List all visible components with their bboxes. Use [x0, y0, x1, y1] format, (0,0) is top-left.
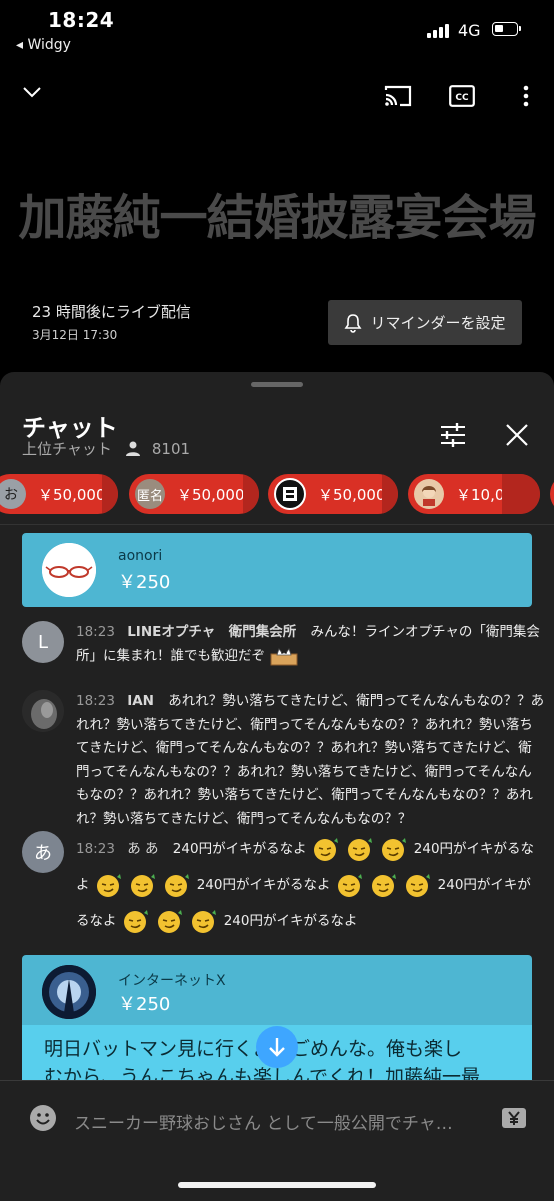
more-options-icon[interactable]: [514, 80, 538, 112]
cat-box-emoji-icon: [270, 647, 298, 665]
set-reminder-button[interactable]: リマインダーを設定: [328, 300, 522, 345]
super-chat-card[interactable]: aonori ￥250: [22, 533, 532, 607]
chat-message[interactable]: L 18:23 LINEオプチャ 衛門集会所 みんな！ラインオプチャの「衛門集会…: [22, 621, 540, 677]
super-chat-yen-icon[interactable]: [499, 1103, 529, 1133]
arrow-down-icon: [269, 1038, 285, 1057]
signal-icon: [427, 24, 449, 38]
message-line: 18:23 LINEオプチャ 衛門集会所 みんな！ラインオプチャの「衛門集会: [76, 621, 540, 645]
smug-face-emoji-icon: [406, 874, 431, 897]
timestamp: 18:23: [76, 693, 115, 709]
bell-icon: [344, 313, 362, 333]
svg-text:CC: CC: [455, 93, 469, 103]
set-reminder-label: リマインダーを設定: [370, 314, 506, 332]
viewer-count: 8101: [151, 439, 191, 458]
captions-icon[interactable]: CC: [446, 80, 478, 112]
person-icon: [125, 441, 140, 456]
message-line: 18:23 IAN あれれ？勢い落ちてきたけど、衛門ってそんなんもなの？？あ: [76, 690, 544, 714]
smug-face-emoji-icon: [382, 838, 407, 861]
avatar: [274, 478, 306, 510]
author-name: IAN: [127, 693, 154, 709]
smug-face-emoji-icon: [192, 910, 217, 933]
scheduled-date: 3月12日 17:30: [32, 328, 118, 342]
message-text: よ: [76, 877, 90, 893]
super-chat-author: インターネットX: [118, 973, 226, 989]
message-text: 240円がイキがるなよ: [223, 913, 358, 929]
scroll-to-latest-button[interactable]: [256, 1026, 298, 1068]
author-name: あ あ: [127, 841, 159, 857]
timestamp: 18:23: [76, 624, 115, 640]
cast-icon[interactable]: [382, 80, 414, 112]
close-icon[interactable]: [500, 418, 534, 452]
chat-mode-label: 上位チャット: [22, 440, 112, 458]
avatar: [42, 543, 96, 597]
message-line: よ 240円がイキがるなよ 240円がイキが: [76, 867, 532, 903]
message-text: 240円がイキがるなよ: [172, 841, 307, 857]
smug-face-emoji-icon: [131, 874, 156, 897]
super-chat-amount: ￥250: [118, 572, 171, 593]
super-chat-author: aonori: [118, 548, 163, 564]
filter-settings-icon[interactable]: [436, 418, 470, 452]
author-name: LINEオプチャ 衛門集会所: [127, 624, 297, 640]
message-text: るなよ: [76, 913, 117, 929]
message-line: てきたけど、衛門ってそんなんもなの？？あれれ？勢い落ちてきたけど、衛: [76, 740, 532, 756]
ticker-amount: ￥50,000: [318, 485, 386, 504]
ticker-chip[interactable]: 匿名 ￥50,000: [129, 474, 259, 514]
smug-face-emoji-icon: [337, 874, 362, 897]
super-chat-ticker[interactable]: お ￥50,000 匿名 ￥50,000 ￥50,000 ￥10,000: [0, 472, 554, 516]
status-bar: 18:24 ◂ Widgy 4G: [0, 0, 554, 60]
ticker-chip[interactable]: ￥10,000: [408, 474, 540, 514]
smug-face-emoji-icon: [96, 874, 121, 897]
ticker-amount: ￥50,000: [38, 485, 106, 504]
video-title: 加藤純一結婚披露宴会場: [18, 190, 536, 246]
chat-message[interactable]: あ 18:23 あ あ 240円がイキがるなよ 240円がイキがるな よ 240…: [22, 831, 535, 943]
smug-face-emoji-icon: [123, 910, 148, 933]
message-text: 240円がイキがるな: [413, 841, 535, 857]
ticker-amount: ￥50,000: [177, 485, 245, 504]
emoji-picker-icon[interactable]: [28, 1103, 58, 1133]
avatar: [22, 690, 64, 732]
chat-mode-selector[interactable]: 上位チャット 8101: [22, 438, 190, 459]
avatar: お: [0, 479, 26, 509]
avatar: あ: [22, 831, 64, 873]
message-line: 門ってそんなんもなの？？あれれ？勢い落ちてきたけど、衛門ってそんなん: [76, 763, 532, 780]
smug-face-emoji-icon: [372, 874, 397, 897]
message-line: るなよ 240円がイキがるなよ: [76, 903, 532, 939]
smug-face-emoji-icon: [165, 874, 190, 897]
chat-input[interactable]: スニーカー野球おじさん として一般公開でチャ…: [74, 1109, 453, 1134]
ticker-chip[interactable]: [550, 474, 554, 514]
message-text: 所」に集まれ！誰でも歓迎だぞ: [76, 647, 265, 664]
collapse-chevron-icon[interactable]: [18, 78, 46, 106]
message-text: 240円がイキが: [437, 877, 531, 893]
message-line: 18:23 あ あ 240円がイキがるなよ 240円がイキがるな: [76, 831, 535, 867]
home-indicator: [178, 1182, 376, 1188]
avatar: [42, 965, 96, 1019]
message-line: もなの？？あれれ？勢い落ちてきたけど、衛門ってそんなんもなの？？あれ: [76, 787, 533, 803]
timestamp: 18:23: [76, 841, 115, 857]
message-text: みんな！ラインオプチャの「衛門集会: [310, 624, 540, 640]
divider: [0, 524, 554, 525]
chat-message[interactable]: 18:23 IAN あれれ？勢い落ちてきたけど、衛門ってそんなんもなの？？あ れ…: [22, 690, 544, 827]
drag-handle[interactable]: [251, 382, 303, 387]
avatar: [414, 479, 444, 509]
smug-face-emoji-icon: [158, 910, 183, 933]
network-type: 4G: [458, 21, 481, 40]
message-line: 所」に集まれ！誰でも歓迎だぞ: [76, 645, 532, 669]
battery-icon: [492, 22, 521, 36]
avatar: L: [22, 621, 64, 663]
smug-face-emoji-icon: [313, 838, 338, 861]
message-line: れ？勢い落ちてきたけど、衛門ってそんなんもなの？？: [76, 810, 412, 827]
avatar: 匿名: [135, 479, 165, 509]
back-to-app-link[interactable]: ◂ Widgy: [16, 37, 71, 53]
ticker-chip[interactable]: お ￥50,000: [0, 474, 118, 514]
super-chat-amount: ￥250: [118, 994, 171, 1015]
message-text: あれれ？勢い落ちてきたけど、衛門ってそんなんもなの？？あ: [168, 693, 545, 709]
smug-face-emoji-icon: [348, 838, 373, 861]
live-countdown: 23 時間後にライブ配信: [32, 303, 191, 321]
ticker-chip[interactable]: ￥50,000: [268, 474, 398, 514]
clock: 18:24: [48, 8, 115, 32]
message-text: 240円がイキがるなよ: [196, 877, 331, 893]
message-line: れれ？勢い落ちてきたけど、衛門ってそんなんもなの？？あれれ？勢い落ち: [76, 716, 533, 733]
